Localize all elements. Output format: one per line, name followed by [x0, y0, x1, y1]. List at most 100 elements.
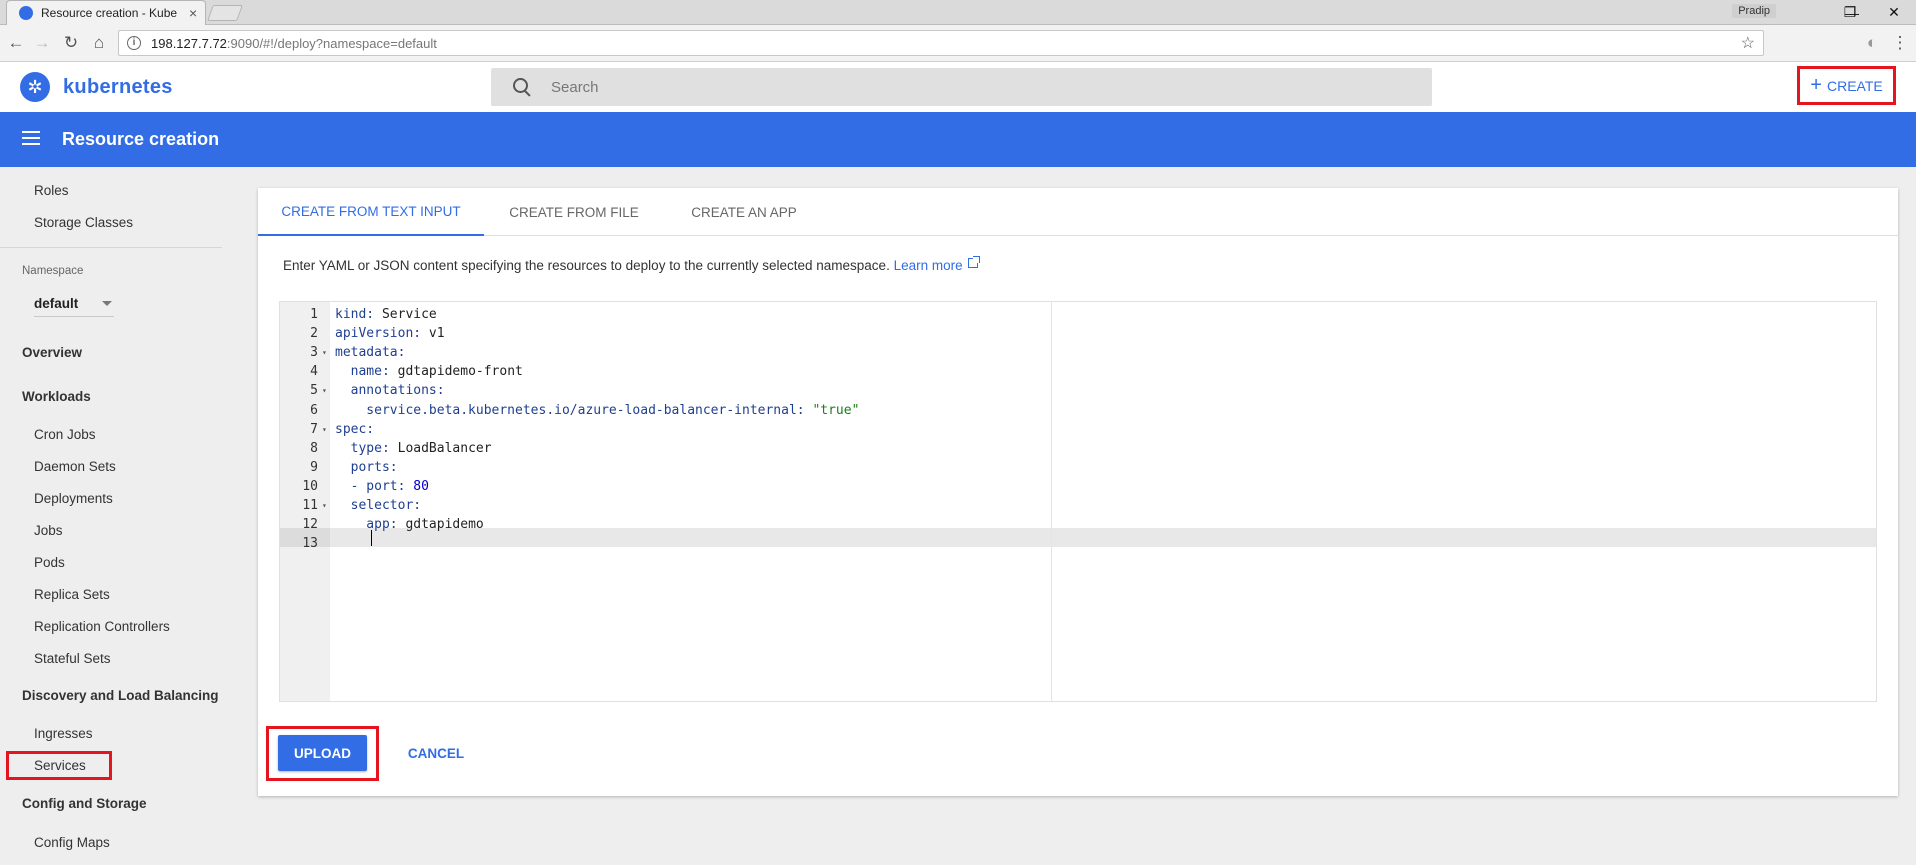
editor-line[interactable]: 2 apiVersion: v1 — [280, 324, 1876, 343]
restore-icon[interactable]: ❐ — [1828, 0, 1872, 25]
editor-line[interactable]: 10 - port: 80 — [280, 477, 1876, 496]
editor-line[interactable]: 3 ▾ metadata: — [280, 343, 1876, 362]
tab-close-icon[interactable]: × — [189, 5, 197, 21]
code-text: apiVersion: v1 — [335, 324, 445, 343]
tab-create-from-text[interactable]: CREATE FROM TEXT INPUT — [258, 188, 484, 236]
site-info-icon[interactable]: i — [127, 36, 141, 50]
editor-line[interactable]: 4 name: gdtapidemo-front — [280, 362, 1876, 381]
browser-tab[interactable]: Resource creation - Kube × — [6, 0, 206, 25]
sidebar-item-ingresses[interactable]: Ingresses — [34, 726, 93, 741]
reload-icon[interactable]: ↻ — [61, 33, 81, 53]
brand-name[interactable]: kubernetes — [63, 76, 173, 99]
line-number: 12 — [302, 517, 318, 533]
sidebar-item-deployments[interactable]: Deployments — [34, 491, 113, 506]
new-tab-button[interactable] — [207, 5, 243, 21]
yaml-key: ports: — [335, 459, 398, 475]
yaml-value: "true" — [812, 402, 860, 418]
kubernetes-logo-icon[interactable]: ✲ — [20, 72, 50, 102]
sidebar-item-replica-sets[interactable]: Replica Sets — [34, 587, 110, 602]
close-window-icon[interactable]: ✕ — [1872, 0, 1916, 25]
yaml-value: gdtapidemo — [405, 517, 484, 533]
editor-line[interactable]: 6 service.beta.kubernetes.io/azure-load-… — [280, 401, 1876, 420]
editor-line[interactable]: 1 kind: Service — [280, 305, 1876, 324]
search-bar[interactable] — [491, 68, 1432, 106]
sidebar-item-stateful-sets[interactable]: Stateful Sets — [34, 651, 111, 666]
kubernetes-favicon-icon — [19, 6, 33, 20]
sidebar-item-overview[interactable]: Overview — [22, 345, 82, 360]
yaml-key: service.beta.kubernetes.io/azure-load-ba… — [335, 402, 813, 418]
resource-creation-card: CREATE FROM TEXT INPUT CREATE FROM FILE … — [258, 188, 1898, 796]
yaml-key: annotations: — [335, 383, 445, 399]
home-icon[interactable]: ⌂ — [89, 33, 109, 53]
sidebar-item-storage-classes[interactable]: Storage Classes — [34, 215, 133, 230]
sidebar-item-jobs[interactable]: Jobs — [34, 523, 63, 538]
yaml-key: name: — [335, 364, 398, 380]
sidebar-item-config-maps[interactable]: Config Maps — [34, 835, 110, 850]
menu-icon[interactable] — [22, 131, 40, 145]
search-input[interactable] — [551, 78, 1351, 96]
sidebar-item-replication-controllers[interactable]: Replication Controllers — [34, 619, 170, 634]
url-input[interactable]: i 198.127.7.72:9090/#!/deploy?namespace=… — [118, 30, 1764, 56]
line-number: 10 — [302, 478, 318, 494]
yaml-key: metadata: — [335, 345, 406, 361]
fold-toggle-icon[interactable]: ▾ — [322, 343, 327, 362]
sidebar-item-cron-jobs[interactable]: Cron Jobs — [34, 427, 96, 442]
fold-toggle-icon[interactable]: ▾ — [322, 496, 327, 515]
namespace-select[interactable]: default — [34, 291, 114, 317]
bookmark-star-icon[interactable]: ☆ — [1741, 33, 1755, 53]
editor-line[interactable]: 9 ports: — [280, 458, 1876, 477]
tab-create-an-app[interactable]: CREATE AN APP — [664, 188, 824, 236]
code-text: ports: — [335, 458, 398, 477]
yaml-key: type: — [335, 440, 398, 456]
sidebar-item-workloads[interactable]: Workloads — [22, 389, 91, 404]
search-icon — [511, 76, 533, 98]
code-text: kind: Service — [335, 305, 437, 324]
code-text: app: gdtapidemo — [335, 515, 484, 534]
extension-icon[interactable]: ◐ — [1862, 33, 1882, 53]
external-link-icon[interactable] — [967, 256, 980, 268]
line-number: 1 — [310, 307, 318, 322]
fold-toggle-icon[interactable]: ▾ — [322, 420, 327, 439]
description: Enter YAML or JSON content specifying th… — [283, 258, 890, 273]
page-title: Resource creation — [62, 129, 220, 149]
namespace-value: default — [34, 296, 79, 311]
line-number: 11 — [302, 498, 318, 513]
create-button[interactable]: + CREATE — [1797, 66, 1896, 105]
code-text: selector: — [335, 496, 421, 515]
plus-icon: + — [1810, 74, 1822, 96]
upload-button[interactable]: UPLOAD — [278, 735, 367, 771]
editor-line[interactable]: 13 — [280, 534, 1876, 553]
line-number: 13 — [302, 536, 318, 552]
yaml-editor[interactable]: 1 kind: Service 2 apiVersion: v1 3 ▾ metadata:… — [279, 301, 1877, 702]
sidebar-item-roles[interactable]: Roles — [34, 183, 69, 198]
editor-line[interactable]: 8 type: LoadBalancer — [280, 439, 1876, 458]
yaml-value: gdtapidemo-front — [397, 364, 523, 380]
page-toolbar: Resource creation — [0, 112, 1916, 167]
browser-menu-icon[interactable]: ⋮ — [1890, 33, 1910, 53]
forward-icon[interactable]: → — [32, 33, 52, 53]
address-bar: ← → ↻ ⌂ i 198.127.7.72:9090/#!/deploy?na… — [0, 25, 1916, 62]
tab-create-from-file[interactable]: CREATE FROM FILE — [484, 188, 664, 236]
line-number: 7 — [310, 421, 318, 437]
sidebar-item-pods[interactable]: Pods — [34, 555, 65, 570]
code-text: annotations: — [335, 381, 445, 400]
text-cursor — [371, 530, 372, 546]
cancel-button[interactable]: CANCEL — [396, 735, 476, 771]
editor-line[interactable]: 7 ▾ spec: — [280, 420, 1876, 439]
description-text: Enter YAML or JSON content specifying th… — [283, 256, 980, 273]
line-number: 2 — [310, 326, 318, 342]
url-path: :9090/#!/deploy?namespace=default — [226, 35, 437, 51]
editor-line[interactable]: 11 ▾ selector: — [280, 496, 1876, 515]
back-icon[interactable]: ← — [6, 33, 26, 53]
yaml-value: v1 — [428, 326, 445, 342]
editor-line[interactable]: 5 ▾ annotations: — [280, 381, 1876, 400]
editor-line[interactable]: 12 app: gdtapidemo — [280, 515, 1876, 534]
sidebar-item-daemon-sets[interactable]: Daemon Sets — [34, 459, 116, 474]
learn-more-link[interactable]: Learn more — [894, 258, 963, 273]
sidebar-item-config-storage[interactable]: Config and Storage — [22, 796, 147, 811]
yaml-key: spec: — [335, 421, 375, 437]
fold-toggle-icon[interactable]: ▾ — [322, 381, 327, 400]
sidebar-item-discovery[interactable]: Discovery and Load Balancing — [22, 688, 219, 703]
window-user-badge[interactable]: Pradip — [1732, 4, 1776, 18]
services-highlight-box — [6, 751, 112, 780]
